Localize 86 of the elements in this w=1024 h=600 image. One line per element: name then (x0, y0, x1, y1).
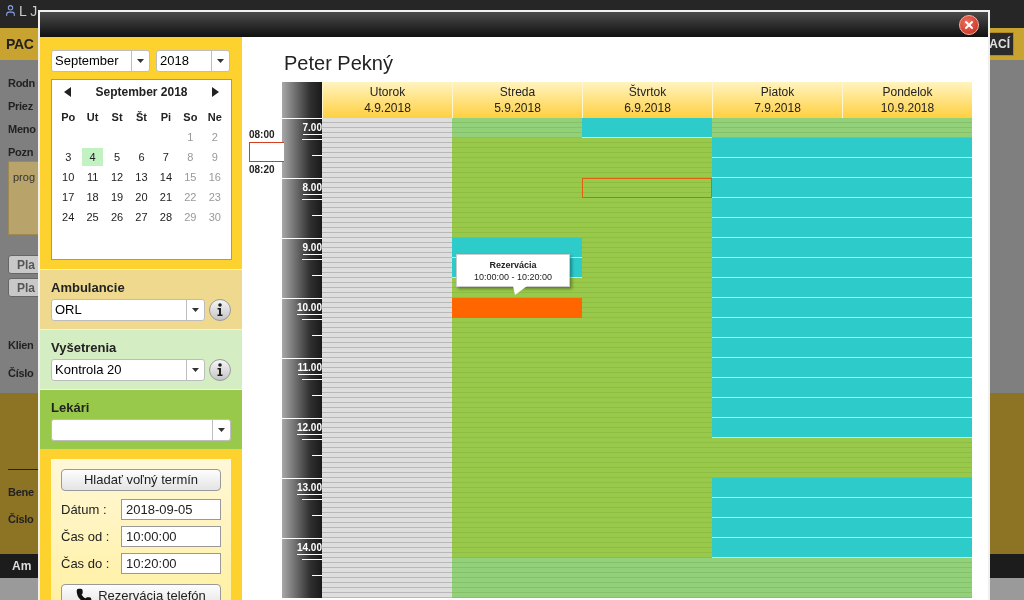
close-button[interactable] (959, 14, 979, 35)
time-slot[interactable] (582, 178, 712, 198)
filter-select[interactable]: Kontrola 20 (51, 359, 205, 381)
calendar-day[interactable]: 27 (131, 208, 152, 226)
input-field[interactable]: 10:00:00 (121, 526, 221, 547)
day-name: Utorok (369, 84, 406, 100)
page-title: PAC (6, 34, 34, 54)
day-date: 7.9.2018 (754, 100, 801, 116)
field-label: Čas do : (61, 554, 111, 573)
day-header[interactable]: Streda 5.9.2018 (452, 82, 582, 118)
form-label: Klien (8, 338, 34, 353)
tooltip-time: 10:00:00 - 10:20:00 (473, 270, 553, 283)
field-label: Dátum : (61, 500, 108, 519)
calendar-day[interactable]: 25 (82, 208, 103, 226)
input-field[interactable]: 10:20:00 (121, 553, 221, 574)
info-icon[interactable] (209, 359, 231, 381)
calendar-day[interactable]: 14 (155, 168, 177, 186)
day-date: 4.9.2018 (364, 100, 411, 116)
filter-label: Vyšetrenia (51, 339, 118, 356)
filter-label: Ambulancie (51, 279, 126, 296)
calendar-day[interactable]: 11 (82, 168, 103, 186)
previous-icon[interactable] (64, 87, 71, 97)
weekday-label: Št (135, 109, 148, 125)
form-label: Číslo (8, 512, 34, 527)
month-select[interactable]: September (51, 50, 150, 72)
day-name: Pondelok (882, 84, 933, 100)
calendar-day[interactable]: 3 (58, 148, 79, 166)
input-field[interactable]: 2018-09-05 (121, 499, 221, 520)
phone-icon (76, 588, 93, 600)
tooltip-title: Rezervácia (489, 258, 537, 271)
weekday-label: St (110, 109, 124, 125)
weekday-label: Po (60, 109, 77, 125)
day-header[interactable]: Piatok 7.9.2018 (712, 82, 842, 118)
filter-select[interactable] (51, 419, 231, 441)
calendar-day[interactable]: 21 (155, 188, 177, 206)
calendar-day[interactable]: 5 (106, 148, 128, 166)
day-date: 5.9.2018 (494, 100, 541, 116)
calendar-day[interactable]: 18 (82, 188, 103, 206)
info-icon[interactable] (209, 299, 231, 321)
form-label: Bene (8, 485, 34, 500)
day-header[interactable]: Pondelok 10.9.2018 (842, 82, 972, 118)
day-header[interactable]: Štvrtok 6.9.2018 (582, 82, 712, 118)
calendar-day[interactable]: 24 (58, 208, 79, 226)
phone-booking-button[interactable]: Rezervácia telefón (61, 584, 221, 600)
section-title: Am (12, 558, 32, 575)
calendar-day[interactable]: 6 (131, 148, 152, 166)
patient-name: Peter Pekný (283, 51, 394, 76)
day-name: Streda (499, 84, 536, 100)
calendar-day[interactable]: 19 (106, 188, 128, 206)
calendar-day[interactable]: 10 (58, 168, 79, 186)
calendar-day[interactable]: 4 (82, 148, 103, 166)
calendar-day[interactable]: 12 (106, 168, 128, 186)
day-header[interactable]: Utorok 4.9.2018 (322, 82, 452, 118)
calendar-day[interactable]: 17 (58, 188, 79, 206)
weekday-label: So (182, 109, 199, 125)
time-marker-box (249, 142, 284, 162)
form-label: Pozn (8, 144, 34, 160)
user-icon (4, 4, 17, 17)
calendar-day[interactable]: 20 (131, 188, 152, 206)
calendar-day[interactable]: 13 (131, 168, 152, 186)
filter-select[interactable]: ORL (51, 299, 205, 321)
calendar-title: September 2018 (95, 84, 188, 101)
marker-end-time: 08:20 (249, 163, 275, 177)
form-label: Priez (8, 98, 33, 114)
calendar-day[interactable]: 26 (106, 208, 128, 226)
filter-label: Lekári (51, 399, 91, 416)
day-date: 6.9.2018 (624, 100, 671, 116)
day-name: Piatok (760, 84, 795, 100)
calendar-day[interactable]: 28 (155, 208, 177, 226)
form-label: Meno (8, 121, 36, 137)
calendar-day[interactable]: 7 (155, 148, 177, 166)
marker-start-time: 08:00 (249, 128, 275, 142)
next-icon[interactable] (212, 87, 219, 97)
day-name: Štvrtok (628, 84, 667, 100)
year-select[interactable]: 2018 (156, 50, 230, 72)
user-name: L J (19, 4, 38, 18)
weekday-label: Pi (159, 109, 173, 125)
form-label: Rodn (8, 76, 35, 91)
weekday-label: Ut (85, 109, 100, 125)
day-date: 10.9.2018 (880, 100, 935, 116)
close-icon (963, 18, 975, 31)
field-label: Čas od : (61, 527, 111, 546)
form-label: Číslo (8, 366, 34, 381)
search-button[interactable]: Hladať voľný termín (61, 469, 221, 491)
weekday-label: Ne (206, 109, 223, 125)
note-text: prog (13, 170, 36, 183)
